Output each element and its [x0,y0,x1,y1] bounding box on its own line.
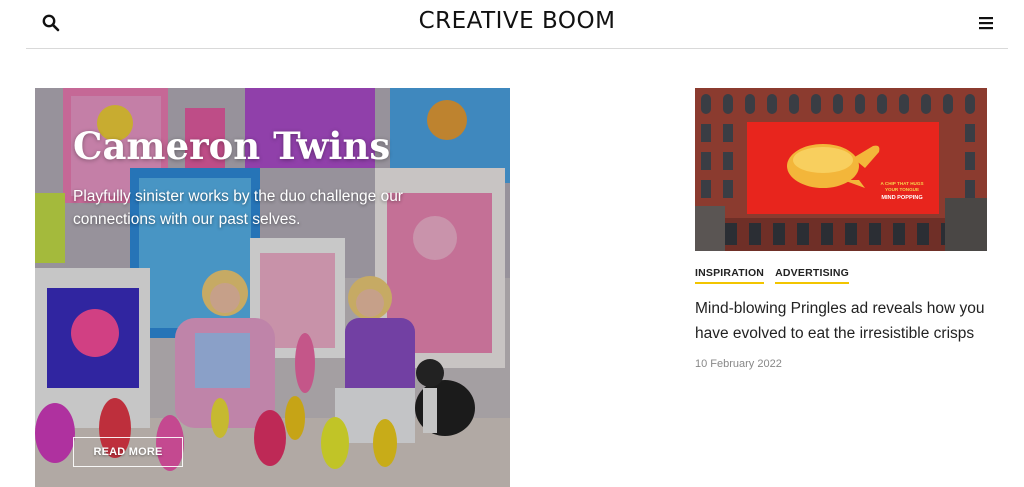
tag-advertising[interactable]: ADVERTISING [775,267,850,284]
site-header: CREATIVE BOOM [26,0,1008,49]
billboard-image: A CHIP THAT HUGS YOUR TONGUE MIND POPPIN… [695,88,987,251]
hero-description: Playfully sinister works by the duo chal… [73,188,403,228]
billboard-text-line-3: MIND POPPING [881,195,922,201]
article-tags: INSPIRATION ADVERTISING [695,267,850,284]
tag-inspiration[interactable]: INSPIRATION [695,267,765,284]
article-title[interactable]: Mind-blowing Pringles ad reveals how you… [695,296,987,346]
article-date: 10 February 2022 [695,358,782,370]
billboard-text-line-1: A CHIP THAT HUGS [880,181,923,186]
featured-article[interactable]: Cameron Twins Playfully sinister works b… [35,88,510,487]
hamburger-menu-icon[interactable] [978,15,994,31]
hero-title[interactable]: Cameron Twins [73,124,390,168]
site-logo[interactable]: CREATIVE BOOM [26,8,1008,34]
billboard-text-line-2: YOUR TONGUE [885,187,919,192]
read-more-button[interactable]: READ MORE [73,437,183,467]
article-thumbnail[interactable]: A CHIP THAT HUGS YOUR TONGUE MIND POPPIN… [695,88,987,251]
